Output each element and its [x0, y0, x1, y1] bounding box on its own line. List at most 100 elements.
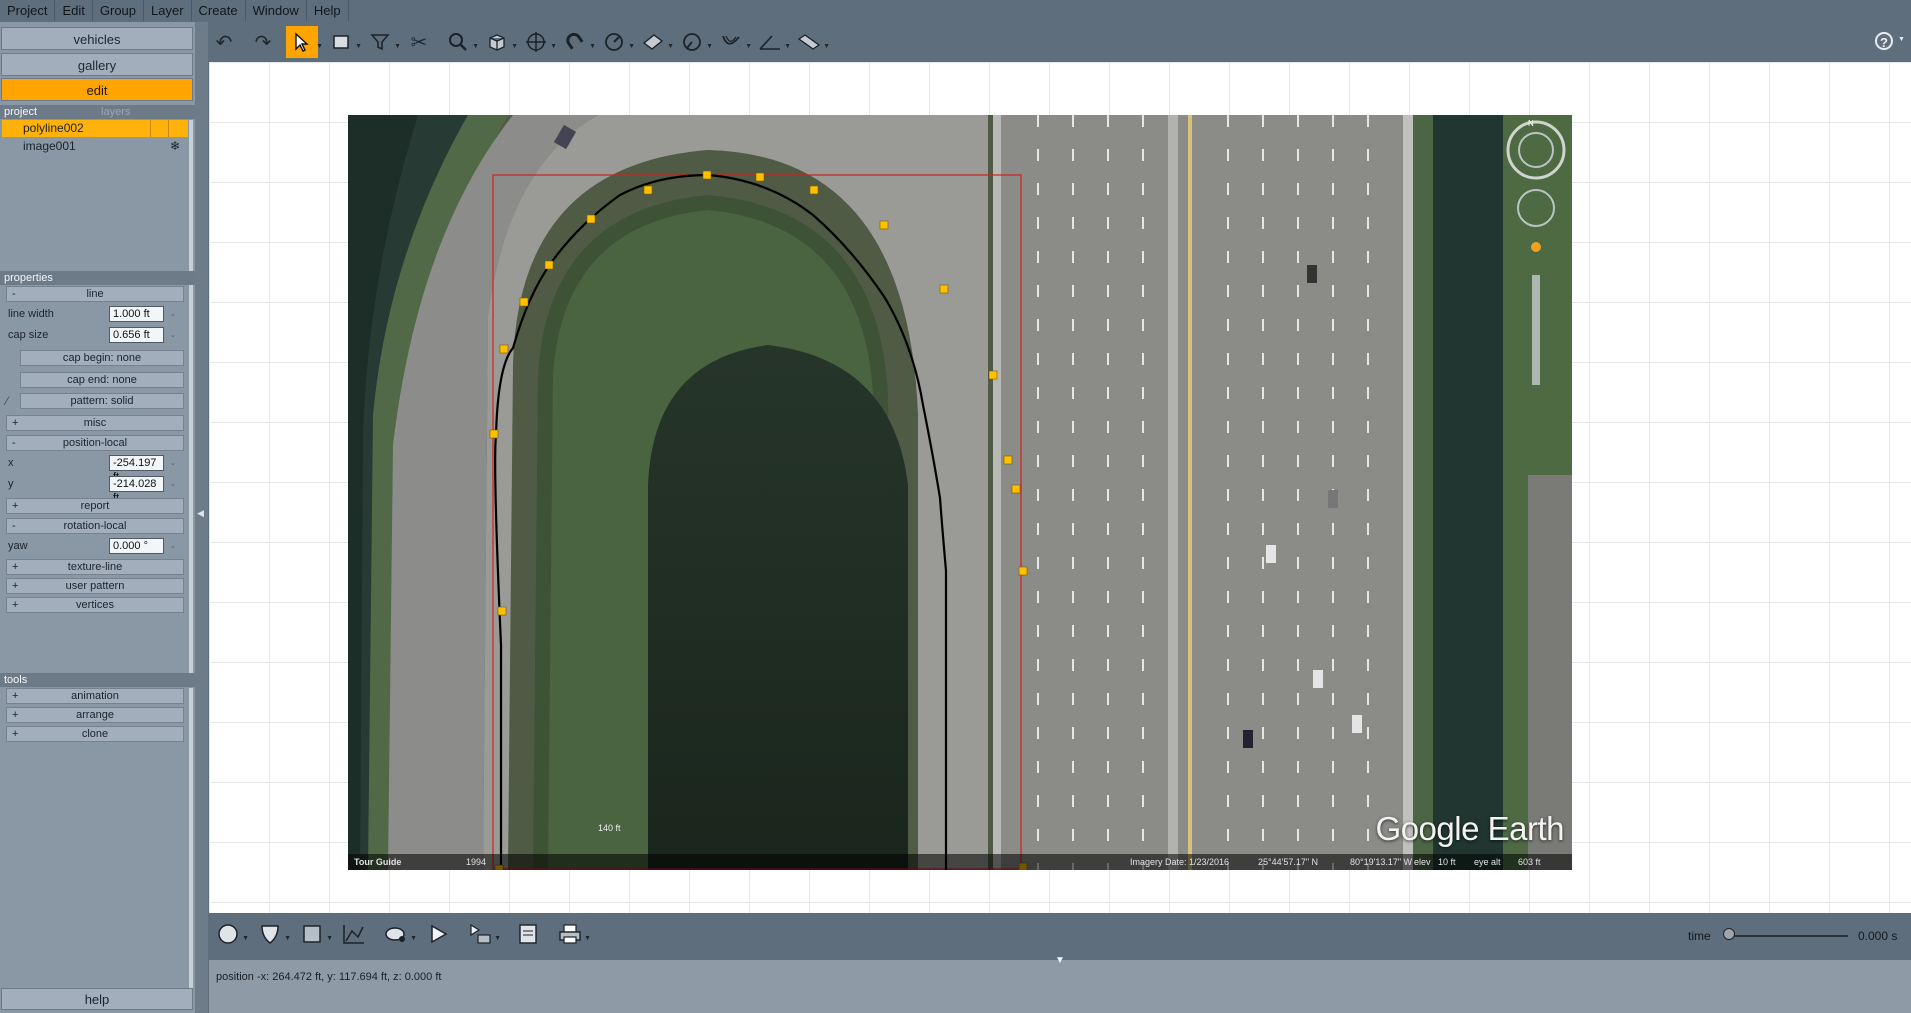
properties-scrollbar[interactable] — [189, 286, 193, 686]
left-sidebar: vehicles gallery edit project layers poly… — [0, 22, 195, 1013]
line-group-label: line — [86, 288, 104, 300]
longitude: 80°19'13.17" W — [1350, 857, 1413, 867]
menu-help[interactable]: Help — [307, 0, 349, 21]
tour-guide-label[interactable]: Tour Guide — [354, 854, 401, 870]
expand-icon: + — [12, 580, 19, 592]
rectangle-select-icon[interactable]: ▼ — [325, 26, 362, 58]
eye-alt-value: 603 ft — [1518, 857, 1541, 867]
elev-value: 10 ft — [1438, 857, 1456, 867]
vertices-group-header[interactable]: + vertices — [6, 597, 184, 613]
project-scrollbar[interactable] — [189, 120, 193, 288]
y-field[interactable]: -214.028 ft — [109, 476, 164, 504]
circle-shape-icon[interactable]: ▼ — [213, 919, 249, 949]
select-arrow-icon[interactable]: ▼ — [286, 26, 323, 58]
menu-create[interactable]: Create — [192, 0, 246, 21]
playlist-icon[interactable]: ▼ — [465, 919, 501, 949]
report-group-label: report — [80, 500, 110, 512]
elev-label: elev — [1414, 857, 1431, 867]
time-label: time — [1688, 929, 1711, 943]
cube-view-icon[interactable]: ▼ — [481, 26, 518, 58]
collapse-icon: - — [12, 520, 16, 532]
spinner-icon[interactable]: ⌄ — [166, 306, 180, 322]
plane-icon[interactable]: ▼ — [637, 26, 674, 58]
imagery-date: Imagery Date: 1/23/2016 — [1130, 857, 1230, 867]
object-label: image001 — [23, 139, 76, 153]
aerial-image[interactable]: Google Earth N 140 ft Tour Guide 1994 Im… — [348, 115, 1572, 870]
list-item[interactable]: polyline002 — [2, 120, 188, 137]
time-slider-handle[interactable] — [1723, 928, 1735, 940]
chevron-down-icon[interactable]: ▼ — [1055, 955, 1065, 966]
magnet-icon[interactable]: ▼ — [559, 26, 596, 58]
clone-group-header[interactable]: + clone — [6, 726, 184, 742]
menu-group[interactable]: Group — [93, 0, 145, 21]
pattern-button[interactable]: pattern: solid — [20, 393, 184, 409]
cap-begin-button[interactable]: cap begin: none — [20, 350, 184, 366]
spinner-icon[interactable]: ⌄ — [166, 538, 180, 554]
panel-icon[interactable] — [513, 919, 543, 949]
play-icon[interactable] — [423, 919, 453, 949]
tab-layers[interactable]: layers — [97, 106, 130, 118]
status-bar: ▼ position -x: 264.472 ft, y: 117.694 ft… — [209, 955, 1911, 1013]
tab-project[interactable]: project — [0, 106, 37, 118]
year-label: 1994 — [466, 857, 487, 867]
help-button[interactable]: help — [1, 988, 193, 1010]
x-field[interactable]: -254.197 ft — [109, 455, 164, 483]
dial-measure-icon[interactable]: ▼ — [598, 26, 635, 58]
rotation-local-label: rotation-local — [63, 520, 127, 532]
angle-measure-icon[interactable]: ▼ — [754, 26, 791, 58]
freeze-snowflake-icon[interactable]: ❄ — [170, 138, 180, 155]
list-item[interactable]: image001 ❄ — [2, 138, 188, 155]
menu-layer[interactable]: Layer — [144, 0, 192, 21]
graph-icon[interactable] — [339, 919, 369, 949]
properties-title: properties — [4, 272, 53, 284]
animation-group-header[interactable]: + animation — [6, 688, 184, 704]
pattern-line-icon: ⁄ — [6, 394, 9, 408]
user-pattern-label: user pattern — [65, 580, 125, 592]
arrange-group-header[interactable]: + arrange — [6, 707, 184, 723]
paint-bucket-icon[interactable]: ▼ — [381, 919, 417, 949]
pan-crosshair-icon[interactable]: ▼ — [520, 26, 557, 58]
square-shape-icon[interactable]: ▼ — [297, 919, 333, 949]
status-position: position -x: 264.472 ft, y: 117.694 ft, … — [216, 971, 442, 983]
print-icon[interactable]: ▼ — [555, 919, 591, 949]
spinner-icon[interactable]: ⌄ — [166, 476, 180, 492]
menu-project[interactable]: Project — [0, 0, 56, 21]
menu-window[interactable]: Window — [246, 0, 307, 21]
filter-funnel-icon[interactable]: ▼ — [364, 26, 401, 58]
line-group-header[interactable]: - line — [6, 286, 184, 302]
cap-end-button[interactable]: cap end: none — [20, 372, 184, 388]
redo-icon[interactable]: ↷ — [247, 26, 279, 58]
position-local-group-header[interactable]: - position-local — [6, 435, 184, 451]
collapse-sidebar-icon[interactable]: ◀ — [197, 508, 205, 530]
edit-button[interactable]: edit — [1, 78, 193, 101]
cap-size-field[interactable]: 0.656 ft — [109, 327, 164, 343]
help-icon[interactable]: ? — [1875, 32, 1893, 50]
zoom-icon[interactable]: ▼ — [442, 26, 479, 58]
tools-scrollbar[interactable] — [189, 688, 193, 1003]
spinner-icon[interactable]: ⌄ — [166, 327, 180, 343]
rotation-local-group-header[interactable]: - rotation-local — [6, 518, 184, 534]
spinner-icon[interactable]: ⌄ — [166, 455, 180, 471]
time-slider[interactable] — [1725, 935, 1848, 937]
ruler-icon[interactable]: ▼ — [793, 26, 830, 58]
undo-icon[interactable]: ↶ — [208, 26, 240, 58]
shield-shape-icon[interactable]: ▼ — [255, 919, 291, 949]
protractor-icon[interactable]: ▼ — [676, 26, 713, 58]
misc-group-header[interactable]: + misc — [6, 415, 184, 431]
yaw-field[interactable]: 0.000 ° — [109, 538, 164, 554]
line-width-field[interactable]: 1.000 ft — [109, 306, 164, 322]
chevron-down-icon[interactable]: ▼ — [1898, 36, 1905, 43]
gallery-button[interactable]: gallery — [1, 53, 193, 76]
y-label: y — [8, 478, 14, 490]
scissors-icon[interactable]: ✂ — [403, 26, 435, 58]
report-group-header[interactable]: + report — [6, 498, 184, 514]
position-local-label: position-local — [62, 437, 128, 449]
vertices-label: vertices — [76, 599, 114, 611]
curve-tool-icon[interactable]: ▼ — [715, 26, 752, 58]
user-pattern-group-header[interactable]: + user pattern — [6, 578, 184, 594]
texture-line-group-header[interactable]: + texture-line — [6, 559, 184, 575]
expand-icon: + — [12, 599, 19, 611]
vehicles-button[interactable]: vehicles — [1, 27, 193, 50]
collapse-icon: - — [12, 288, 16, 300]
menu-edit[interactable]: Edit — [55, 0, 93, 21]
